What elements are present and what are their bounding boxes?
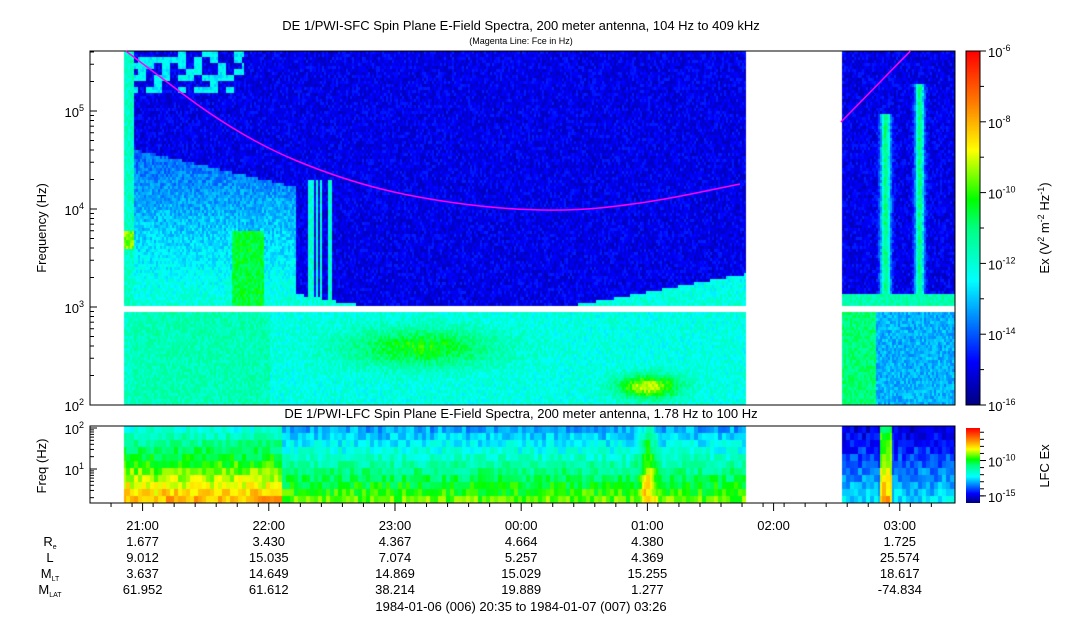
sfc-colorbar-label: Ex (V2 m-2 Hz-1) — [1036, 182, 1052, 273]
ephemeris-value: 15.255 — [628, 566, 668, 581]
sfc-colorbar-frame — [965, 50, 981, 406]
ephemeris-row-label: MLT — [41, 566, 60, 583]
colorbar-tick-label: 10-16 — [988, 397, 1015, 414]
fce-line — [125, 50, 741, 211]
y-tick-label: 103 — [65, 299, 84, 316]
lfc-ylabel: Freq (Hz) — [34, 439, 49, 494]
lfc-frame — [89, 425, 956, 504]
y-tick-label: 105 — [65, 103, 84, 120]
ephemeris-value: 3.430 — [253, 534, 286, 549]
date-range: 1984-01-06 (006) 20:35 to 1984-01-07 (00… — [375, 599, 666, 614]
ephemeris-value: 61.952 — [123, 582, 163, 597]
colorbar-tick-label: 10-6 — [988, 43, 1010, 60]
ephemeris-value: 18.617 — [880, 566, 920, 581]
time-tick-label: 01:00 — [631, 518, 664, 533]
colorbar-tick-label: 10-12 — [988, 255, 1015, 272]
ephemeris-value: 1.277 — [631, 582, 664, 597]
ephemeris-value: 4.380 — [631, 534, 664, 549]
ephemeris-value: 15.035 — [249, 550, 289, 565]
axis-marks: 102 103 104 105 101 102 10-6 10-8 10-10 10-12 10-1… — [38, 43, 1015, 599]
ephemeris-value: 19.889 — [501, 582, 541, 597]
time-tick-label: 21:00 — [126, 518, 159, 533]
ephemeris-value: 5.257 — [505, 550, 538, 565]
colorbar-tick-label: 10-14 — [988, 326, 1015, 343]
sfc-title: DE 1/PWI-SFC Spin Plane E-Field Spectra,… — [282, 18, 760, 33]
ephemeris-value: 61.612 — [249, 582, 289, 597]
axes-overlay: DE 1/PWI-SFC Spin Plane E-Field Spectra,… — [34, 18, 1052, 614]
time-tick-label: 23:00 — [379, 518, 412, 533]
ephemeris-value: 4.369 — [631, 550, 664, 565]
ephemeris-row-label: Re — [43, 534, 56, 551]
y-tick-label: 102 — [65, 397, 84, 414]
y-tick-label: 102 — [65, 420, 84, 437]
ephemeris-value: 25.574 — [880, 550, 920, 565]
colorbar-tick-label: 10-8 — [988, 114, 1010, 131]
ephemeris-value: 38.214 — [375, 582, 415, 597]
y-tick-label: 101 — [65, 461, 84, 478]
ephemeris-value: 14.649 — [249, 566, 289, 581]
ephemeris-value: 9.012 — [126, 550, 159, 565]
sfc-subtitle: (Magenta Line: Fce in Hz) — [469, 36, 573, 46]
spectrogram-figure: DE 1/PWI-SFC Spin Plane E-Field Spectra,… — [0, 0, 1083, 620]
lfc-colorbar-label: LFC Ex — [1037, 444, 1052, 488]
time-tick-label: 02:00 — [757, 518, 790, 533]
sfc-frame — [89, 50, 956, 406]
ephemeris-value: 14.869 — [375, 566, 415, 581]
colorbar-tick-label: 10-15 — [988, 488, 1015, 505]
ephemeris-value: 7.074 — [379, 550, 412, 565]
time-tick-label: 22:00 — [253, 518, 286, 533]
y-tick-label: 104 — [65, 201, 84, 218]
ephemeris-value: 1.677 — [126, 534, 159, 549]
ephemeris-value: 1.725 — [884, 534, 917, 549]
ephemeris-value: -74.834 — [878, 582, 922, 597]
ephemeris-value: 15.029 — [501, 566, 541, 581]
ephemeris-value: 4.367 — [379, 534, 412, 549]
lfc-title: DE 1/PWI-LFC Spin Plane E-Field Spectra,… — [284, 406, 757, 421]
time-tick-label: 03:00 — [884, 518, 917, 533]
colorbar-tick-label: 10-10 — [988, 185, 1015, 202]
fce-line — [840, 50, 911, 123]
colorbar-tick-label: 10-10 — [988, 453, 1015, 470]
sfc-ylabel: Frequency (Hz) — [34, 183, 49, 273]
ephemeris-value: 4.664 — [505, 534, 538, 549]
ephemeris-row-label: L — [46, 550, 53, 565]
ephemeris-value: 3.637 — [126, 566, 159, 581]
time-tick-label: 00:00 — [505, 518, 538, 533]
ephemeris-row-label: MLAT — [38, 582, 62, 599]
